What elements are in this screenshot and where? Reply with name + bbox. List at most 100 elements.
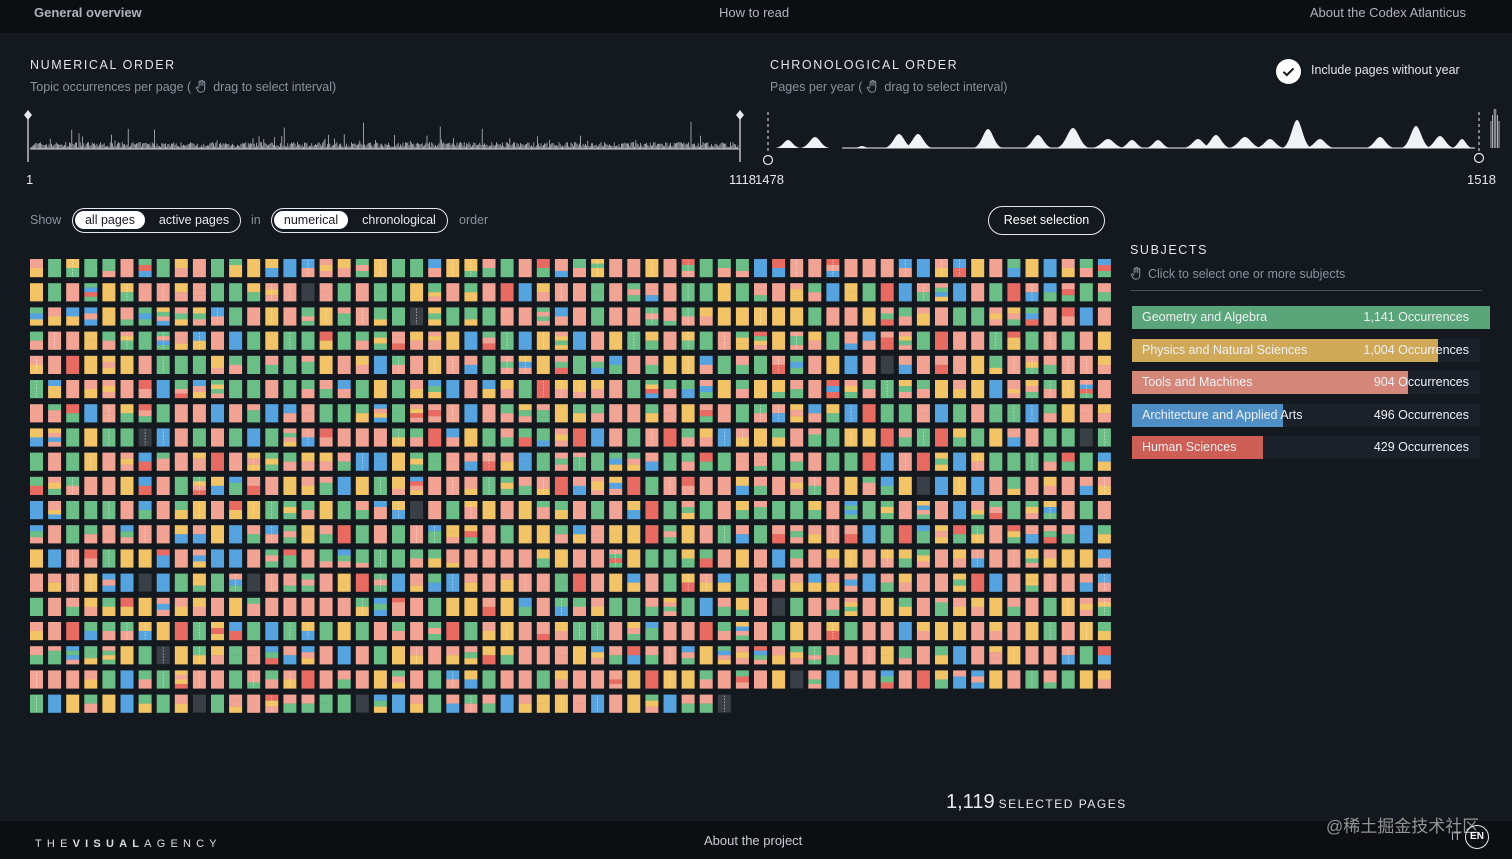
page-cell[interactable]	[591, 428, 605, 447]
page-cell[interactable]	[48, 670, 62, 689]
page-cell[interactable]	[410, 573, 424, 592]
page-cell[interactable]	[989, 283, 1003, 302]
page-cell[interactable]	[591, 283, 605, 302]
page-cell[interactable]	[392, 380, 405, 399]
page-cell[interactable]	[120, 380, 134, 399]
page-cell[interactable]	[84, 331, 98, 350]
page-cell[interactable]	[192, 259, 206, 278]
page-cell[interactable]	[681, 525, 695, 544]
page-cell[interactable]	[48, 476, 62, 495]
page-cell[interactable]	[862, 501, 876, 520]
page-cell[interactable]	[627, 670, 641, 689]
page-cell[interactable]	[663, 355, 677, 374]
page-cell[interactable]	[971, 259, 985, 278]
page-cell[interactable]	[844, 501, 858, 520]
page-cell[interactable]	[392, 259, 405, 278]
page-cell[interactable]	[482, 646, 496, 665]
page-cell[interactable]	[211, 283, 224, 302]
numerical-end-handle[interactable]	[736, 110, 744, 120]
page-cell[interactable]	[989, 670, 1003, 689]
page-cell[interactable]	[428, 525, 442, 544]
page-cell[interactable]	[953, 573, 967, 592]
page-cell[interactable]	[138, 428, 152, 447]
page-cell[interactable]	[102, 476, 116, 495]
include-pages-checkbox[interactable]	[1276, 59, 1301, 84]
page-cell[interactable]	[410, 331, 424, 350]
page-cell[interactable]	[862, 283, 876, 302]
page-cell[interactable]	[265, 283, 279, 302]
page-cell[interactable]	[48, 573, 62, 592]
page-cell[interactable]	[120, 476, 134, 495]
page-cell[interactable]	[536, 259, 550, 278]
page-cell[interactable]	[935, 283, 948, 302]
page-cell[interactable]	[989, 501, 1003, 520]
page-cell[interactable]	[1007, 501, 1021, 520]
page-cell[interactable]	[645, 670, 659, 689]
page-cell[interactable]	[717, 283, 731, 302]
page-cell[interactable]	[880, 597, 894, 616]
page-cell[interactable]	[265, 622, 279, 641]
page-cell[interactable]	[211, 307, 224, 326]
page-cell[interactable]	[446, 355, 460, 374]
page-cell[interactable]	[953, 380, 967, 399]
page-cell[interactable]	[102, 283, 116, 302]
page-cell[interactable]	[1079, 622, 1093, 641]
page-cell[interactable]	[301, 622, 315, 641]
page-cell[interactable]	[808, 597, 822, 616]
page-cell[interactable]	[916, 428, 930, 447]
page-cell[interactable]	[1097, 597, 1111, 616]
page-cell[interactable]	[1079, 404, 1093, 423]
page-cell[interactable]	[337, 694, 351, 713]
page-cell[interactable]	[754, 597, 767, 616]
page-cell[interactable]	[1061, 597, 1075, 616]
page-cell[interactable]	[916, 476, 930, 495]
page-cell[interactable]	[1079, 646, 1093, 665]
page-cell[interactable]	[754, 525, 767, 544]
page-cell[interactable]	[120, 549, 134, 568]
page-cell[interactable]	[1007, 573, 1021, 592]
page-cell[interactable]	[953, 283, 967, 302]
page-cell[interactable]	[953, 549, 967, 568]
page-cell[interactable]	[826, 549, 840, 568]
page-cell[interactable]	[518, 597, 532, 616]
page-cell[interactable]	[66, 380, 80, 399]
page-cell[interactable]	[192, 307, 206, 326]
page-cell[interactable]	[609, 476, 623, 495]
numerical-option[interactable]: numerical	[274, 211, 348, 229]
page-cell[interactable]	[554, 622, 568, 641]
page-cell[interactable]	[808, 622, 822, 641]
page-cell[interactable]	[862, 259, 876, 278]
page-cell[interactable]	[573, 259, 586, 278]
page-cell[interactable]	[192, 331, 206, 350]
page-cell[interactable]	[464, 283, 478, 302]
page-cell[interactable]	[518, 476, 532, 495]
page-cell[interactable]	[229, 307, 243, 326]
page-cell[interactable]	[84, 525, 98, 544]
page-cell[interactable]	[337, 670, 351, 689]
page-cell[interactable]	[645, 694, 659, 713]
page-cell[interactable]	[337, 646, 351, 665]
page-cell[interactable]	[1025, 331, 1039, 350]
page-cell[interactable]	[392, 525, 405, 544]
page-cell[interactable]	[138, 380, 152, 399]
page-cell[interactable]	[699, 573, 713, 592]
page-cell[interactable]	[446, 259, 460, 278]
page-cell[interactable]	[916, 646, 930, 665]
page-cell[interactable]	[337, 428, 351, 447]
page-cell[interactable]	[953, 404, 967, 423]
page-cell[interactable]	[30, 622, 43, 641]
page-cell[interactable]	[808, 428, 822, 447]
page-cell[interactable]	[772, 646, 786, 665]
page-cell[interactable]	[916, 404, 930, 423]
page-cell[interactable]	[446, 380, 460, 399]
page-cell[interactable]	[337, 525, 351, 544]
page-cell[interactable]	[392, 355, 405, 374]
page-cell[interactable]	[373, 694, 387, 713]
page-cell[interactable]	[66, 452, 80, 471]
page-cell[interactable]	[482, 501, 496, 520]
page-cell[interactable]	[1043, 283, 1057, 302]
page-cell[interactable]	[482, 573, 496, 592]
page-cell[interactable]	[862, 428, 876, 447]
page-cell[interactable]	[247, 573, 261, 592]
page-cell[interactable]	[536, 283, 550, 302]
